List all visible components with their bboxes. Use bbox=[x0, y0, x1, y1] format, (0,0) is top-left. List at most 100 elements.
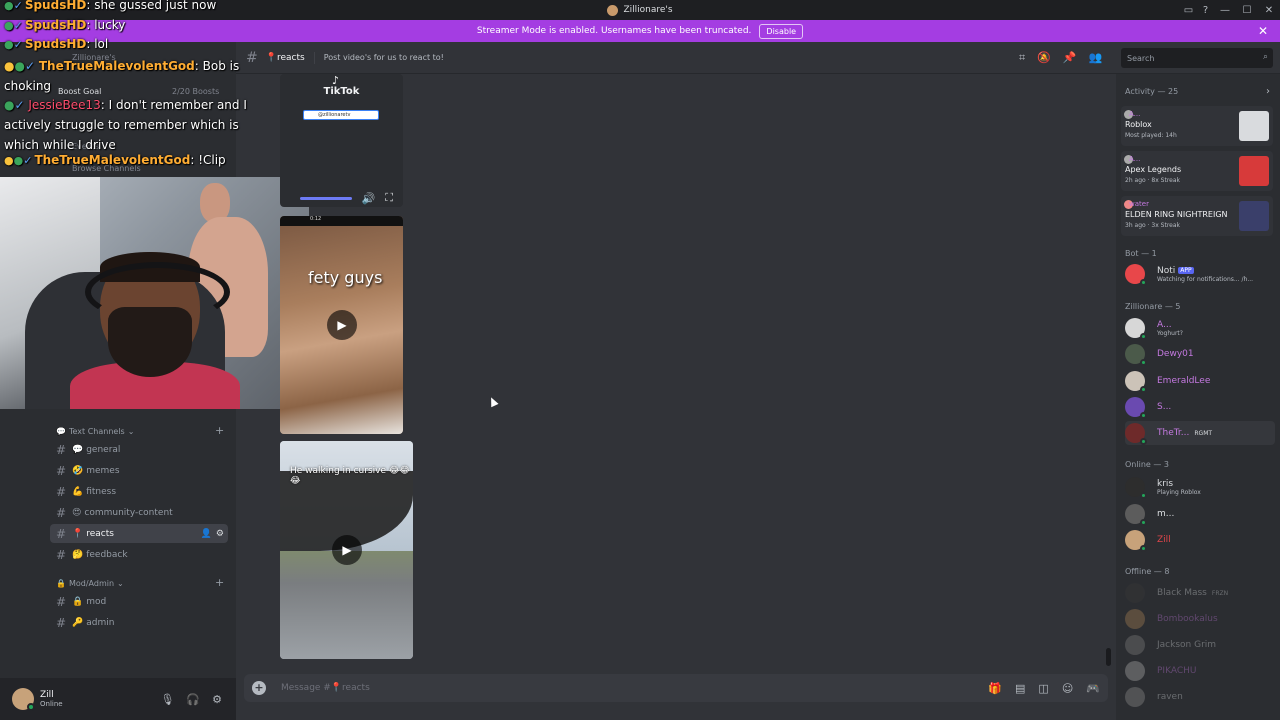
chat-user: JessieBee13 bbox=[28, 98, 101, 112]
avatar bbox=[1125, 504, 1147, 526]
server-icon bbox=[607, 4, 619, 16]
member-item[interactable]: PIKACHU bbox=[1125, 659, 1275, 683]
maximize-button[interactable]: ☐ bbox=[1236, 5, 1258, 16]
divider bbox=[313, 51, 315, 64]
member-item[interactable]: EmeraldLee bbox=[1125, 369, 1275, 393]
channel-community-content[interactable]: # 😍 community-content bbox=[50, 503, 228, 522]
member-item[interactable]: kris Playing Roblox bbox=[1125, 475, 1275, 499]
avatar bbox=[1125, 477, 1147, 499]
disable-streamer-mode-button[interactable]: Disable bbox=[759, 23, 804, 39]
banner-text: Streamer Mode is enabled. Usernames have… bbox=[476, 26, 752, 36]
member-item[interactable]: Dewy01 bbox=[1125, 342, 1275, 366]
headphones-icon[interactable]: 🎧 bbox=[186, 693, 200, 706]
member-item[interactable]: Zill bbox=[1125, 528, 1275, 552]
member-item[interactable]: Noti APP Watching for notifications... /h… bbox=[1125, 262, 1275, 286]
member-item[interactable]: raven bbox=[1125, 685, 1275, 709]
channel-label: general bbox=[86, 444, 121, 455]
volume-icon[interactable]: 🔊 bbox=[362, 192, 376, 205]
avatar bbox=[1125, 423, 1147, 445]
member-status: Yoghurt? bbox=[1157, 329, 1183, 337]
search-input[interactable]: Search ⌕ bbox=[1121, 48, 1273, 68]
sticker-icon[interactable]: ◫ bbox=[1038, 682, 1048, 695]
channel-name: reacts bbox=[276, 52, 305, 63]
channel-reacts[interactable]: # 📍 reacts 👤 ⚙ bbox=[50, 524, 228, 543]
chat-text: lucky bbox=[94, 18, 126, 32]
user-status: Online bbox=[40, 700, 63, 708]
chevron-right-icon[interactable]: › bbox=[1266, 86, 1270, 97]
play-icon[interactable]: ▶ bbox=[327, 310, 357, 340]
member-name: Black Mass bbox=[1157, 588, 1207, 598]
help-icon[interactable]: ? bbox=[1199, 4, 1212, 17]
member-item[interactable]: A... Yoghurt? bbox=[1125, 316, 1275, 340]
pin-icon[interactable]: 📌 bbox=[1063, 51, 1077, 65]
member-item[interactable]: TheTr... RGMT bbox=[1125, 421, 1275, 445]
play-icon[interactable]: ▶ bbox=[332, 535, 362, 565]
webcam-overlay bbox=[0, 177, 309, 409]
activity-game: Apex Legends bbox=[1125, 165, 1182, 174]
notification-bell-icon[interactable]: 🔕 bbox=[1037, 51, 1051, 65]
channel-mod[interactable]: # 🔒 mod bbox=[50, 592, 228, 611]
channel-memes[interactable]: # 🤣 memes bbox=[50, 461, 228, 480]
tiktok-embed[interactable]: ♪ TikTok @zillionaretv 🔊 ⛶ bbox=[280, 74, 403, 207]
fullscreen-icon[interactable]: ⛶ bbox=[385, 191, 393, 205]
chevron-down-icon: ⌄ bbox=[127, 427, 135, 436]
chat-message: ●●✓ TheTrueMalevolentGod: !Clip bbox=[4, 153, 226, 167]
channel-feedback[interactable]: # 🤔 feedback bbox=[50, 545, 228, 564]
emoji-icon[interactable]: ☺ bbox=[1062, 682, 1073, 695]
streamer bbox=[70, 252, 240, 409]
avatar[interactable] bbox=[12, 688, 35, 711]
minimize-button[interactable]: — bbox=[1214, 5, 1236, 16]
channel-emoji: 🤣 bbox=[72, 465, 84, 476]
chat-text: !Clip bbox=[198, 153, 226, 167]
add-channel-icon[interactable]: + bbox=[215, 576, 224, 589]
member-name: raven bbox=[1157, 692, 1183, 702]
invite-icon[interactable]: 👤 bbox=[201, 529, 212, 539]
activity-meta: 3h ago · 3x Streak bbox=[1125, 222, 1181, 229]
group-header: Offline — 8 bbox=[1125, 567, 1170, 576]
gear-icon[interactable]: ⚙ bbox=[216, 529, 224, 539]
message-input[interactable]: Message #📍reacts bbox=[281, 683, 370, 693]
gift-icon[interactable]: 🎁 bbox=[988, 682, 1002, 695]
gif-icon[interactable]: ▤ bbox=[1015, 682, 1025, 695]
hash-icon: # bbox=[246, 49, 258, 66]
chat-user: SpudsHD bbox=[24, 0, 87, 12]
channel-admin[interactable]: # 🔑 admin bbox=[50, 613, 228, 632]
scrollbar[interactable] bbox=[1106, 648, 1111, 666]
threads-icon[interactable]: ⌗ bbox=[1019, 51, 1025, 65]
close-window-button[interactable]: ✕ bbox=[1258, 5, 1280, 16]
message-composer[interactable]: + Message #📍reacts 🎁 ▤ ◫ ☺ 🎮 bbox=[244, 674, 1108, 702]
inbox-icon[interactable]: ▭ bbox=[1182, 4, 1195, 17]
video-progress[interactable] bbox=[300, 196, 352, 200]
group-header: Online — 3 bbox=[1125, 460, 1169, 469]
avatar bbox=[1125, 687, 1145, 707]
member-item[interactable]: Black Mass FRZN bbox=[1125, 581, 1275, 605]
speech-icon: 💬 bbox=[56, 427, 66, 436]
channel-general[interactable]: # 💬 general bbox=[50, 440, 228, 459]
chat-message: ●✓ SpudsHD: lucky bbox=[4, 18, 126, 32]
activity-card[interactable]: water ELDEN RING NIGHTREIGN 3h ago · 3x … bbox=[1121, 196, 1273, 236]
user-name: Zill bbox=[40, 690, 54, 700]
activity-icon[interactable]: 🎮 bbox=[1086, 682, 1100, 695]
avatar bbox=[1125, 318, 1147, 340]
activity-user: water bbox=[1129, 200, 1149, 208]
lock-icon: 🔒 bbox=[56, 579, 66, 588]
gear-icon[interactable]: ⚙ bbox=[212, 693, 222, 706]
channel-label: admin bbox=[86, 617, 115, 628]
member-name: S... bbox=[1157, 402, 1172, 412]
microphone-icon[interactable]: 🎙 bbox=[160, 693, 174, 706]
search-placeholder: Search bbox=[1127, 53, 1155, 63]
add-attachment-icon[interactable]: + bbox=[252, 681, 266, 695]
member-item[interactable]: S... bbox=[1125, 395, 1275, 419]
member-item[interactable]: m... bbox=[1125, 502, 1275, 526]
close-banner-icon[interactable]: ✕ bbox=[1258, 24, 1268, 38]
channel-fitness[interactable]: # 💪 fitness bbox=[50, 482, 228, 501]
member-list-icon[interactable]: 👥 bbox=[1089, 51, 1103, 65]
activity-card[interactable]: A... Apex Legends 2h ago · 8x Streak bbox=[1121, 151, 1273, 191]
add-channel-icon[interactable]: + bbox=[215, 424, 224, 437]
category-text-channels[interactable]: 💬 Text Channels ⌄ bbox=[56, 427, 134, 436]
avatar bbox=[1125, 344, 1147, 366]
category-mod-admin[interactable]: 🔒 Mod/Admin ⌄ bbox=[56, 579, 124, 588]
member-item[interactable]: Bombookalus bbox=[1125, 607, 1275, 631]
member-item[interactable]: Jackson Grim bbox=[1125, 633, 1275, 657]
activity-card[interactable]: A... Roblox Most played: 14h bbox=[1121, 106, 1273, 146]
